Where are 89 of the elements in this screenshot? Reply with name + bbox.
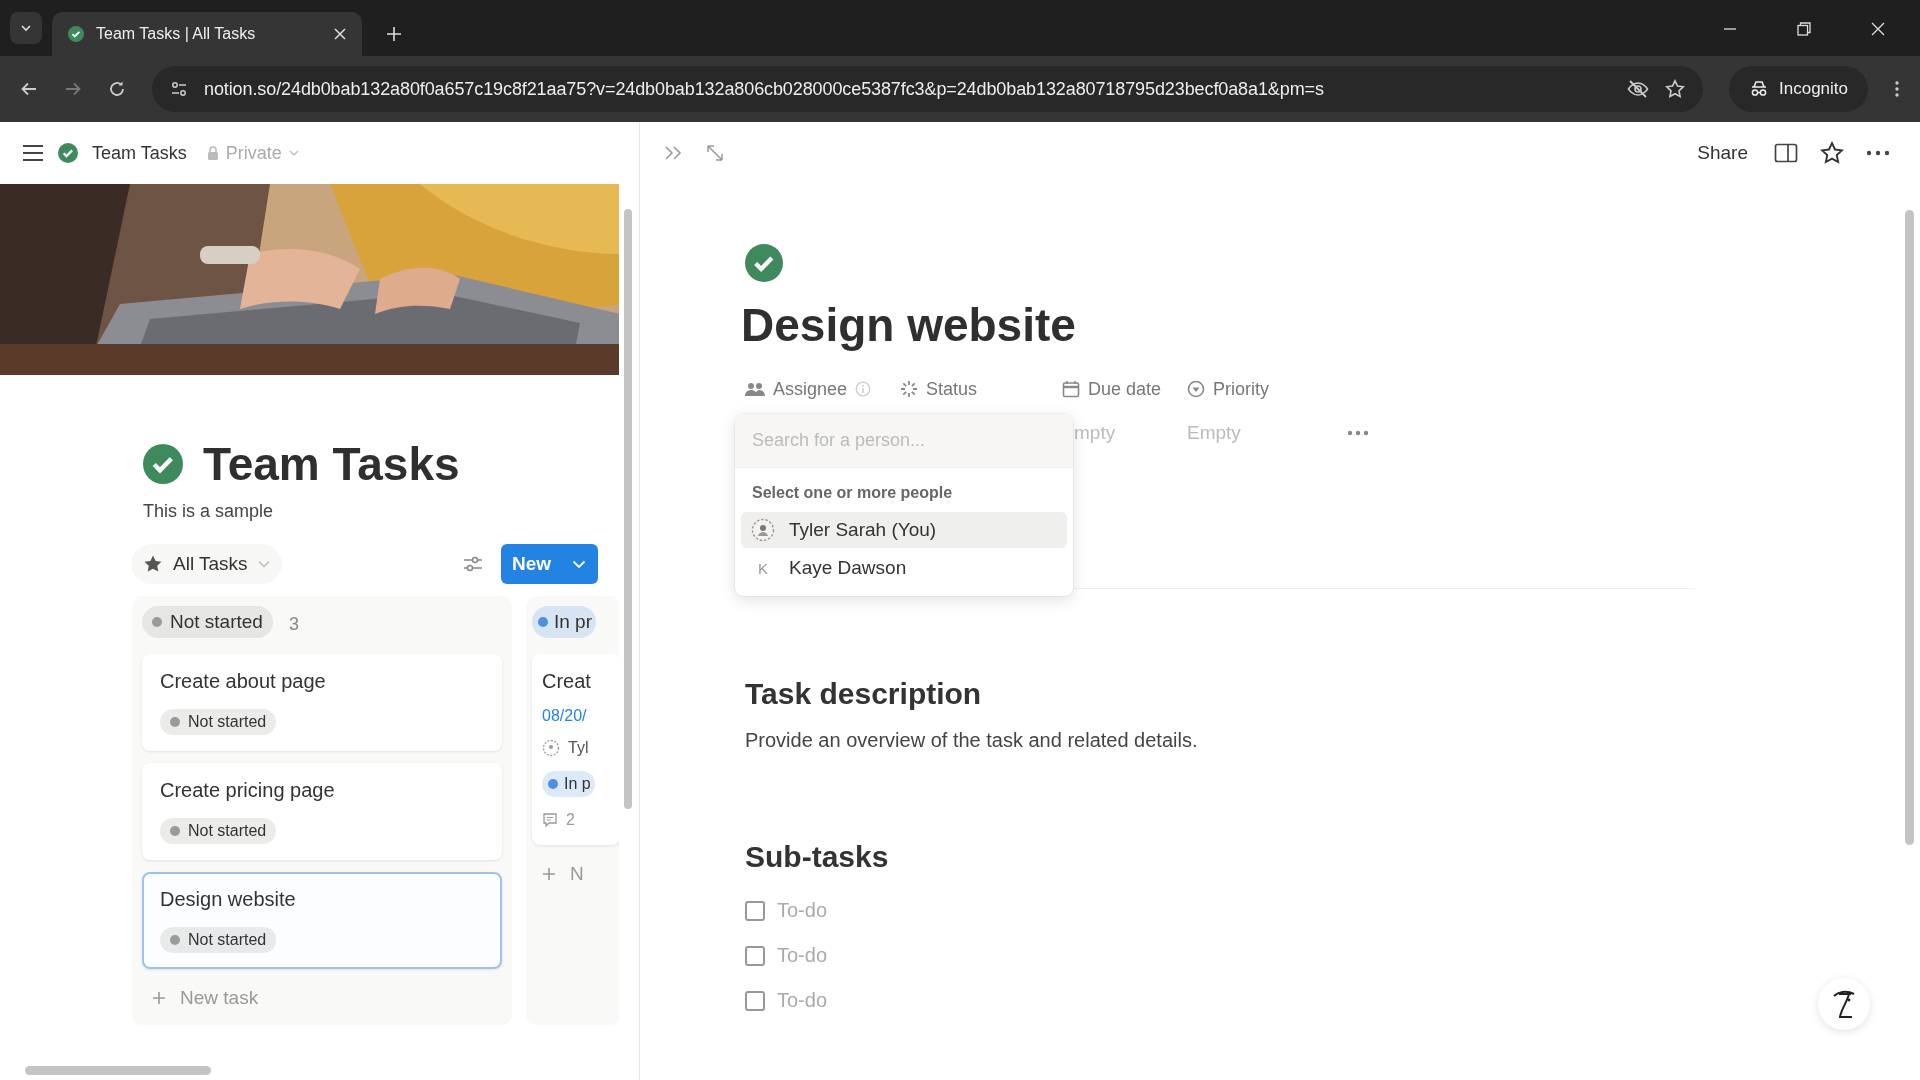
person-option[interactable]: K Kaye Dawson	[741, 550, 1067, 586]
task-card[interactable]: Design website Not started	[142, 872, 502, 969]
new-tab-icon[interactable]	[386, 26, 402, 42]
chevron-down-icon	[257, 560, 270, 568]
side-panel-icon[interactable]	[1774, 143, 1798, 163]
close-icon[interactable]	[334, 28, 346, 40]
loader-icon	[900, 380, 918, 398]
bookmark-star-icon[interactable]	[1665, 79, 1685, 99]
scrollbar-thumb[interactable]	[1905, 210, 1914, 845]
status-tag: In p	[542, 771, 595, 797]
people-icon	[745, 381, 765, 397]
section-text: Provide an overview of the task and related details.	[745, 729, 1198, 752]
card-assignee: Tyl	[568, 739, 589, 757]
todo-checkbox[interactable]	[745, 945, 765, 966]
todo-checkbox[interactable]	[745, 900, 765, 921]
back-icon[interactable]	[20, 80, 38, 98]
status-tag: Not started	[160, 709, 277, 735]
group-count: 3	[288, 613, 299, 635]
scrollbar-thumb[interactable]	[25, 1066, 211, 1075]
star-icon	[143, 554, 163, 574]
chevron-down-icon	[20, 22, 32, 34]
scrollbar-thumb[interactable]	[624, 209, 633, 809]
forward-icon[interactable]	[64, 80, 82, 98]
picker-heading: Select one or more people	[751, 483, 954, 503]
avatar-icon	[542, 739, 560, 757]
more-icon[interactable]	[1866, 150, 1890, 156]
browser-tab[interactable]: Team Tasks | All Tasks	[52, 12, 362, 56]
close-window-icon[interactable]	[1871, 22, 1885, 36]
avatar-icon	[751, 518, 775, 542]
property-label[interactable]: Assignee	[745, 374, 900, 404]
url-text: notion.so/24db0bab132a80f0a657c19c8f21aa75?v=24db0bab132a806cb028000ce5387fc3&p=24db0bab132a80718795d23becf0a8a1&pm=s	[204, 78, 1324, 100]
site-settings-icon[interactable]	[170, 80, 188, 98]
task-card[interactable]: Create about page Not started	[142, 654, 502, 751]
group-label[interactable]: Not started	[142, 606, 273, 638]
check-circle-icon	[143, 444, 183, 484]
card-date: 08/20/	[542, 707, 588, 725]
menu-icon[interactable]	[22, 144, 44, 162]
database-description: This is a sample	[143, 501, 275, 522]
filter-sliders-icon[interactable]	[462, 555, 483, 573]
address-field[interactable]: notion.so/24db0bab132a80f0a657c19c8f21aa75?v=24db0bab132a806cb028000ce5387fc3&p=24db0bab132a80718795d23becf0a8a1&pm=s	[152, 66, 1703, 112]
info-icon	[855, 381, 872, 397]
plus-icon	[152, 991, 166, 1005]
check-circle-icon	[58, 143, 78, 163]
tab-title: Team Tasks | All Tasks	[96, 25, 257, 43]
assistant-button[interactable]	[1818, 978, 1870, 1030]
restore-icon[interactable]	[1797, 22, 1811, 36]
property-label[interactable]: Due date	[1062, 374, 1187, 404]
new-button[interactable]: New	[500, 544, 598, 584]
avatar-initial: K	[757, 559, 769, 577]
share-button[interactable]: Share	[1697, 142, 1748, 164]
task-card[interactable]: Creat 08/20/ Tyl In p 2	[532, 654, 620, 845]
section-heading: Task description	[745, 677, 982, 711]
person-search-field[interactable]: Search for a person...	[735, 414, 1073, 468]
double-chevron-icon[interactable]	[664, 145, 684, 161]
section-heading: Sub-tasks	[745, 840, 889, 874]
property-label[interactable]: Status	[900, 374, 1062, 404]
person-option[interactable]: Tyler Sarah (You)	[741, 512, 1067, 548]
star-outline-icon[interactable]	[1820, 141, 1844, 165]
status-tag: Not started	[160, 818, 277, 844]
chevron-down-icon	[572, 559, 586, 569]
card-title: Creat	[542, 670, 592, 693]
incognito-badge[interactable]: Incognito	[1729, 66, 1868, 112]
incognito-icon	[1749, 81, 1769, 97]
calendar-icon	[1062, 380, 1080, 398]
circle-chevron-icon	[1187, 380, 1205, 398]
breadcrumb-link[interactable]: Team Tasks	[92, 142, 187, 164]
check-circle-icon	[68, 26, 84, 42]
todo-checkbox[interactable]	[745, 990, 765, 1011]
card-title: Create pricing page	[160, 779, 336, 802]
card-title: Create about page	[160, 670, 327, 693]
database-title: Team Tasks	[203, 437, 460, 491]
expand-icon[interactable]	[706, 144, 724, 162]
group-label[interactable]: In pr	[532, 606, 597, 638]
page-title: Design website	[741, 298, 1076, 352]
plus-icon	[542, 867, 556, 881]
comment-icon	[542, 812, 558, 828]
eye-off-icon[interactable]	[1627, 80, 1649, 98]
property-label[interactable]: Priority	[1187, 374, 1317, 404]
chevron-down-icon	[288, 149, 299, 157]
status-tag: Not started	[160, 927, 277, 953]
lock-icon	[206, 146, 219, 160]
kebab-menu-icon[interactable]	[1894, 80, 1900, 98]
card-title: Design website	[160, 888, 297, 911]
view-tab[interactable]: All Tasks	[131, 544, 282, 584]
check-circle-icon	[745, 244, 783, 282]
tab-list-button[interactable]	[10, 12, 42, 44]
task-card[interactable]: Create pricing page Not started	[142, 763, 502, 860]
reload-icon[interactable]	[108, 80, 126, 98]
comment-count: 2	[566, 811, 575, 829]
